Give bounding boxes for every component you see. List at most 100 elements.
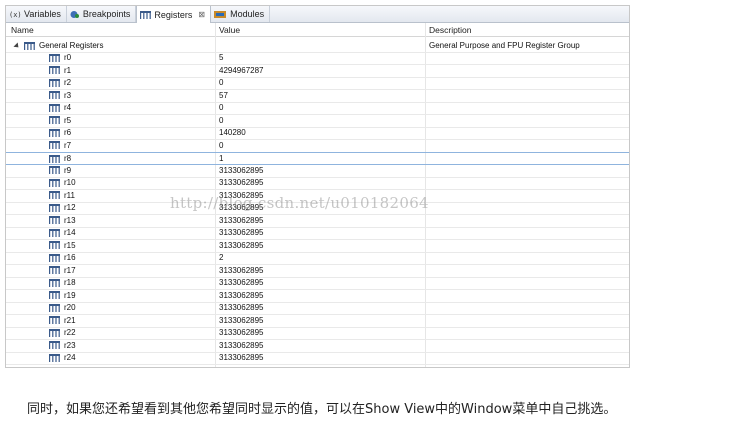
table-row[interactable]: r14 3133062895 (6, 227, 629, 240)
register-icon (49, 166, 60, 174)
register-name: r8 (64, 154, 72, 163)
register-icon (49, 303, 60, 312)
table-row[interactable]: r18 3133062895 (6, 277, 629, 290)
register-value[interactable]: 140280 (219, 128, 246, 137)
tab-label: Modules (230, 9, 265, 19)
register-name: r9 (64, 165, 72, 175)
register-value[interactable]: 3133062895 (219, 328, 264, 337)
register-name: r16 (64, 253, 76, 262)
table-row[interactable]: r10 3133062895 (6, 177, 629, 190)
modules-icon (214, 10, 227, 19)
register-icon (49, 203, 60, 212)
register-value[interactable]: 1 (219, 154, 223, 163)
breakpoints-icon (70, 10, 80, 19)
register-name: r17 (64, 265, 76, 275)
column-header-description[interactable]: Description (429, 25, 472, 35)
tab-modules[interactable]: Modules (211, 6, 271, 22)
register-value[interactable]: 5 (219, 53, 223, 62)
register-value[interactable]: 3133062895 (219, 291, 264, 300)
register-icon (49, 241, 60, 249)
tab-label: Breakpoints (82, 9, 131, 19)
table-row[interactable]: r6 140280 (6, 127, 629, 140)
table-row[interactable]: r13 3133062895 (6, 215, 629, 228)
register-value[interactable]: 0 (219, 116, 223, 125)
register-name: r2 (64, 78, 72, 87)
register-value[interactable]: 3133062895 (219, 228, 264, 237)
table-row[interactable]: r21 3133062895 (6, 315, 629, 328)
table-row[interactable]: r0 5 (6, 52, 629, 65)
column-header-value[interactable]: Value (219, 25, 240, 35)
table-row[interactable]: r7 0 (6, 140, 629, 153)
table-row[interactable]: r11 3133062895 (6, 190, 629, 203)
register-value[interactable]: 3133062895 (219, 166, 264, 175)
register-value[interactable]: 3133062895 (219, 341, 264, 350)
register-value[interactable]: 3133062895 (219, 203, 264, 212)
register-icon (49, 253, 60, 262)
register-value[interactable]: 3133062895 (219, 266, 264, 275)
register-icon (49, 78, 60, 87)
table-row[interactable]: r9 3133062895 (6, 165, 629, 178)
register-name: r10 (64, 178, 76, 187)
register-icon (49, 128, 60, 137)
register-value[interactable]: 3133062895 (219, 191, 264, 200)
table-row[interactable]: r24 3133062895 (6, 352, 629, 365)
register-name: r18 (64, 278, 76, 287)
column-header-name[interactable]: Name (11, 25, 34, 35)
register-icon (49, 103, 60, 112)
register-value[interactable]: 4294967287 (219, 66, 264, 75)
register-name: r7 (64, 140, 72, 150)
table-row[interactable]: r22 3133062895 (6, 327, 629, 340)
register-value[interactable]: 57 (219, 91, 228, 100)
table-row[interactable]: r4 0 (6, 102, 629, 115)
tab-breakpoints[interactable]: Breakpoints (67, 6, 137, 22)
register-value[interactable]: 3133062895 (219, 216, 264, 225)
table-row[interactable]: r8 1 (6, 152, 629, 165)
register-value[interactable]: 3133062895 (219, 278, 264, 287)
register-icon (49, 353, 60, 362)
registers-view: (x)= Variables Breakpoints Registers ⊠ M… (5, 5, 630, 368)
register-icon (49, 228, 60, 237)
table-row[interactable]: r5 0 (6, 115, 629, 128)
expand-arrow-icon[interactable] (13, 41, 21, 50)
register-icon (49, 316, 60, 324)
close-icon[interactable]: ⊠ (198, 10, 205, 19)
group-name: General Registers (39, 41, 104, 50)
register-name: r23 (64, 340, 76, 350)
view-tab-bar: (x)= Variables Breakpoints Registers ⊠ M… (6, 6, 629, 23)
register-value[interactable]: 3133062895 (219, 178, 264, 187)
table-row[interactable]: r15 3133062895 (6, 240, 629, 253)
register-icon (49, 216, 60, 224)
register-icon (49, 278, 60, 287)
register-value[interactable]: 0 (219, 103, 223, 112)
register-name: r21 (64, 315, 76, 325)
table-row[interactable]: r12 3133062895 (6, 202, 629, 215)
register-name: r1 (64, 65, 72, 75)
register-name: r12 (64, 203, 76, 212)
tab-variables[interactable]: (x)= Variables (6, 6, 67, 22)
table-row[interactable]: r2 0 (6, 77, 629, 90)
table-row[interactable]: r17 3133062895 (6, 265, 629, 278)
register-name: r13 (64, 215, 76, 225)
register-value[interactable]: 0 (219, 78, 223, 87)
table-row[interactable]: r23 3133062895 (6, 340, 629, 353)
registers-icon (140, 10, 152, 19)
register-value[interactable]: 3133062895 (219, 303, 264, 312)
table-row[interactable]: r20 3133062895 (6, 302, 629, 315)
table-row[interactable]: r1 4294967287 (6, 65, 629, 78)
tab-label: Variables (24, 9, 61, 19)
register-value[interactable]: 2 (219, 253, 223, 262)
register-icon (49, 116, 60, 124)
register-value[interactable]: 3133062895 (219, 241, 264, 250)
register-name: r11 (64, 190, 75, 200)
register-icon (49, 141, 60, 149)
tab-label: Registers (154, 9, 193, 20)
register-value[interactable]: 3133062895 (219, 353, 264, 362)
column-header-row: Name Value Description (6, 23, 629, 37)
register-value[interactable]: 3133062895 (219, 316, 264, 325)
table-row[interactable]: r16 2 (6, 252, 629, 265)
table-row[interactable]: r19 3133062895 (6, 290, 629, 303)
table-row[interactable]: r3 57 (6, 90, 629, 103)
register-name: r19 (64, 290, 76, 300)
register-value[interactable]: 0 (219, 141, 223, 150)
tab-registers[interactable]: Registers ⊠ (136, 6, 212, 23)
